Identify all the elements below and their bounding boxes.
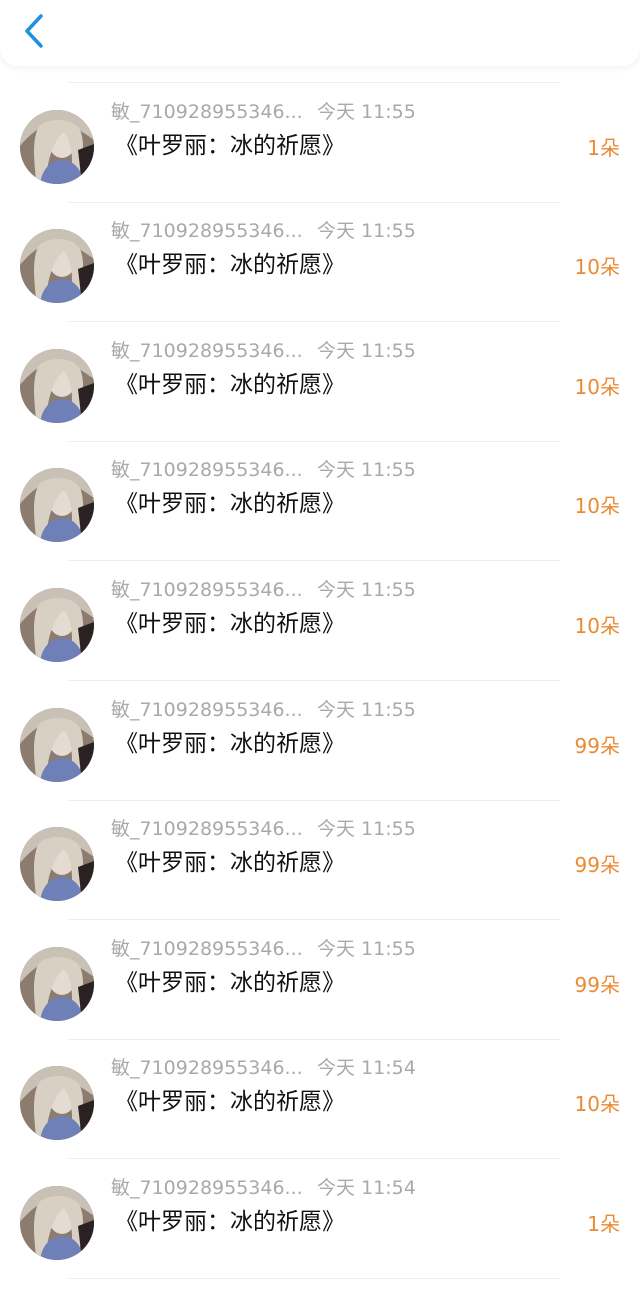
timestamp: 今天 11:55	[317, 101, 416, 123]
gift-record-row[interactable]: 敏_710928955346... 今天 11:55 《叶罗丽：冰的祈愿》 1朵	[0, 83, 640, 203]
record-meta: 敏_710928955346... 今天 11:55	[111, 338, 416, 364]
record-meta: 敏_710928955346... 今天 11:55	[111, 577, 416, 603]
gift-amount: 99朵	[574, 734, 620, 758]
user-name[interactable]: 敏_710928955346...	[111, 1175, 317, 1201]
timestamp: 今天 11:55	[317, 579, 416, 601]
gift-record-row[interactable]: 敏_710928955346... 今天 11:55 《叶罗丽：冰的祈愿》 10朵	[0, 322, 640, 442]
record-meta: 敏_710928955346... 今天 11:55	[111, 697, 416, 723]
user-name[interactable]: 敏_710928955346...	[111, 338, 317, 364]
gift-amount: 1朵	[587, 1212, 620, 1236]
user-name[interactable]: 敏_710928955346...	[111, 816, 317, 842]
row-divider	[68, 1278, 560, 1279]
gift-record-row[interactable]: 敏_710928955346... 今天 11:55 《叶罗丽：冰的祈愿》 10朵	[0, 202, 640, 322]
timestamp: 今天 11:55	[317, 818, 416, 840]
user-name[interactable]: 敏_710928955346...	[111, 1055, 317, 1081]
user-name[interactable]: 敏_710928955346...	[111, 218, 317, 244]
user-avatar[interactable]	[20, 229, 94, 303]
gift-record-row[interactable]: 敏_710928955346... 今天 11:55 《叶罗丽：冰的祈愿》 99朵	[0, 920, 640, 1040]
book-title: 《叶罗丽：冰的祈愿》	[115, 491, 345, 517]
user-name[interactable]: 敏_710928955346...	[111, 697, 317, 723]
book-title: 《叶罗丽：冰的祈愿》	[115, 133, 345, 159]
book-title: 《叶罗丽：冰的祈愿》	[115, 1089, 345, 1115]
timestamp: 今天 11:55	[317, 699, 416, 721]
gift-amount: 10朵	[574, 1092, 620, 1116]
user-avatar[interactable]	[20, 110, 94, 184]
user-avatar[interactable]	[20, 468, 94, 542]
gift-amount: 1朵	[587, 136, 620, 160]
gift-record-row[interactable]: 敏_710928955346... 今天 11:55 《叶罗丽：冰的祈愿》 99朵	[0, 800, 640, 920]
timestamp: 今天 11:55	[317, 459, 416, 481]
book-title: 《叶罗丽：冰的祈愿》	[115, 1209, 345, 1235]
gift-amount: 99朵	[574, 973, 620, 997]
record-meta: 敏_710928955346... 今天 11:55	[111, 457, 416, 483]
book-title: 《叶罗丽：冰的祈愿》	[115, 970, 345, 996]
user-avatar[interactable]	[20, 1186, 94, 1260]
user-name[interactable]: 敏_710928955346...	[111, 936, 317, 962]
book-title: 《叶罗丽：冰的祈愿》	[115, 731, 345, 757]
user-avatar[interactable]	[20, 349, 94, 423]
chevron-left-icon	[25, 14, 43, 48]
gift-record-row[interactable]: 敏_710928955346... 今天 11:54 《叶罗丽：冰的祈愿》 10朵	[0, 1039, 640, 1159]
book-title: 《叶罗丽：冰的祈愿》	[115, 252, 345, 278]
record-meta: 敏_710928955346... 今天 11:55	[111, 218, 416, 244]
user-avatar[interactable]	[20, 1066, 94, 1140]
record-meta: 敏_710928955346... 今天 11:54	[111, 1175, 416, 1201]
user-avatar[interactable]	[20, 708, 94, 782]
record-meta: 敏_710928955346... 今天 11:55	[111, 816, 416, 842]
gift-amount: 99朵	[574, 853, 620, 877]
book-title: 《叶罗丽：冰的祈愿》	[115, 611, 345, 637]
gift-record-row[interactable]: 敏_710928955346... 今天 11:55 《叶罗丽：冰的祈愿》 10朵	[0, 561, 640, 681]
record-meta: 敏_710928955346... 今天 11:55	[111, 936, 416, 962]
user-name[interactable]: 敏_710928955346...	[111, 577, 317, 603]
gift-amount: 10朵	[574, 614, 620, 638]
back-button[interactable]	[18, 10, 52, 52]
user-name[interactable]: 敏_710928955346...	[111, 99, 317, 125]
user-name[interactable]: 敏_710928955346...	[111, 457, 317, 483]
gift-amount: 10朵	[574, 255, 620, 279]
user-avatar[interactable]	[20, 827, 94, 901]
book-title: 《叶罗丽：冰的祈愿》	[115, 372, 345, 398]
gift-amount: 10朵	[574, 494, 620, 518]
timestamp: 今天 11:55	[317, 340, 416, 362]
user-avatar[interactable]	[20, 588, 94, 662]
gift-amount: 10朵	[574, 375, 620, 399]
timestamp: 今天 11:54	[317, 1057, 416, 1079]
timestamp: 今天 11:55	[317, 220, 416, 242]
timestamp: 今天 11:54	[317, 1177, 416, 1199]
book-title: 《叶罗丽：冰的祈愿》	[115, 850, 345, 876]
record-meta: 敏_710928955346... 今天 11:55	[111, 99, 416, 125]
gift-record-row[interactable]: 敏_710928955346... 今天 11:54 《叶罗丽：冰的祈愿》 1朵	[0, 1159, 640, 1279]
gift-record-row[interactable]: 敏_710928955346... 今天 11:55 《叶罗丽：冰的祈愿》 10朵	[0, 441, 640, 561]
top-nav-bar	[0, 0, 640, 66]
timestamp: 今天 11:55	[317, 938, 416, 960]
user-avatar[interactable]	[20, 947, 94, 1021]
gift-record-row[interactable]: 敏_710928955346... 今天 11:55 《叶罗丽：冰的祈愿》 99朵	[0, 681, 640, 801]
record-meta: 敏_710928955346... 今天 11:54	[111, 1055, 416, 1081]
